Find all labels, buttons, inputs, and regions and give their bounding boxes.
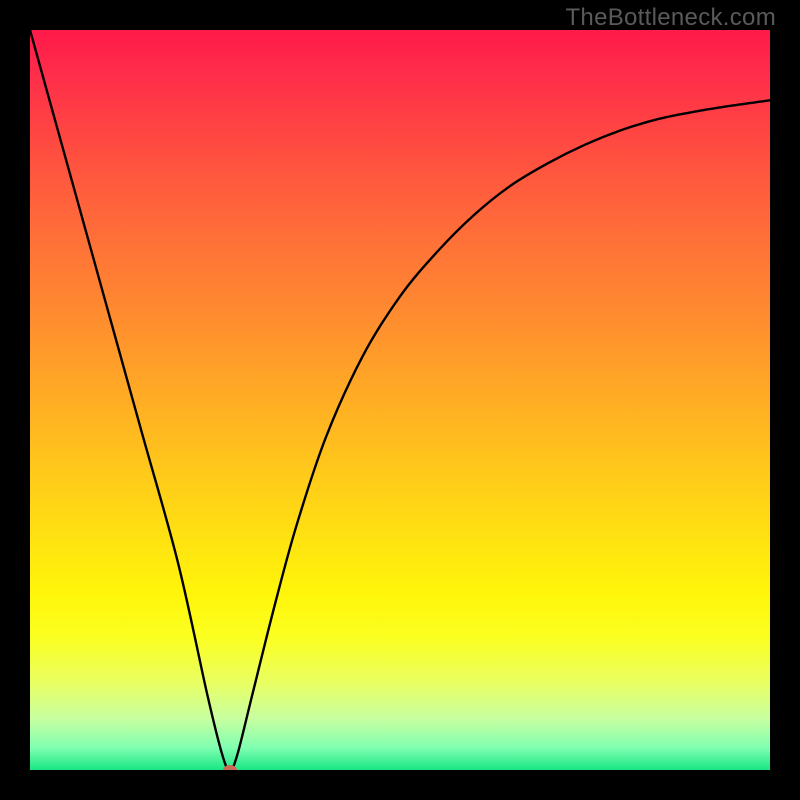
minimum-marker — [223, 765, 237, 770]
watermark-text: TheBottleneck.com — [565, 4, 776, 32]
plot-area — [30, 30, 770, 770]
chart-frame: TheBottleneck.com — [0, 0, 800, 800]
bottleneck-curve — [30, 30, 770, 770]
curve-svg — [30, 30, 770, 770]
